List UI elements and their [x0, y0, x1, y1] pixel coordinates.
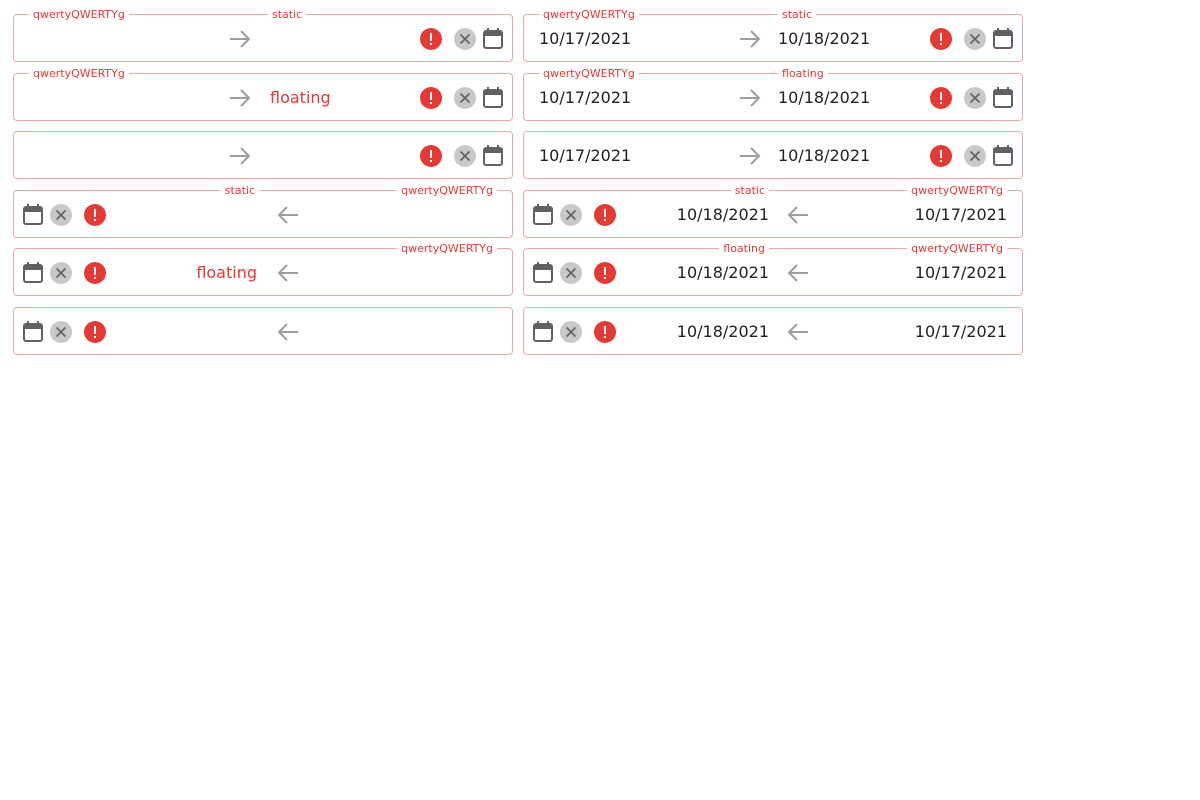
date-range-field[interactable]: [13, 307, 513, 355]
arrow-right-icon: [738, 86, 762, 110]
calendar-icon[interactable]: [481, 27, 505, 51]
clear-icon[interactable]: [963, 144, 987, 168]
clear-icon[interactable]: [963, 27, 987, 51]
start-date-input[interactable]: 10/17/2021: [539, 29, 631, 49]
start-date-input[interactable]: 10/17/2021: [915, 263, 1007, 283]
arrow-left-icon: [276, 261, 300, 285]
clear-icon[interactable]: [963, 86, 987, 110]
error-icon: [929, 27, 953, 51]
start-date-label: qwertyQWERTYg: [29, 66, 129, 81]
clear-icon[interactable]: [559, 203, 583, 227]
calendar-icon[interactable]: [991, 27, 1015, 51]
clear-icon[interactable]: [453, 144, 477, 168]
end-date-input[interactable]: 10/18/2021: [677, 322, 769, 342]
date-range-field[interactable]: 10/17/2021 10/18/2021: [523, 131, 1023, 180]
calendar-icon[interactable]: [21, 320, 45, 344]
error-icon: [419, 86, 443, 110]
arrow-left-icon: [786, 261, 810, 285]
arrow-right-icon: [738, 27, 762, 51]
arrow-left-icon: [276, 203, 300, 227]
start-date-label: qwertyQWERTYg: [907, 242, 1007, 257]
arrow-left-icon: [786, 203, 810, 227]
error-icon: [593, 203, 617, 227]
start-date-label: qwertyQWERTYg: [907, 183, 1007, 198]
end-date-label: static: [778, 8, 817, 22]
arrow-right-icon: [228, 86, 252, 110]
end-date-input[interactable]: 10/18/2021: [778, 146, 870, 166]
end-date-placeholder[interactable]: floating: [270, 88, 331, 108]
date-range-field[interactable]: qwertyQWERTYg static: [13, 183, 513, 238]
start-date-label: qwertyQWERTYg: [397, 242, 497, 257]
error-icon: [593, 320, 617, 344]
end-date-label: floating: [719, 242, 769, 257]
calendar-icon[interactable]: [531, 203, 555, 227]
calendar-icon[interactable]: [481, 86, 505, 110]
arrow-left-icon: [786, 320, 810, 344]
error-icon: [929, 144, 953, 168]
date-range-field[interactable]: [13, 131, 513, 180]
clear-icon[interactable]: [453, 86, 477, 110]
start-date-input[interactable]: 10/17/2021: [539, 146, 631, 166]
error-icon: [83, 261, 107, 285]
arrow-right-icon: [228, 144, 252, 168]
date-range-field[interactable]: qwertyQWERTYg static 10/17/2021 10/18/2021: [523, 183, 1023, 238]
error-icon: [929, 86, 953, 110]
end-date-input[interactable]: 10/18/2021: [677, 263, 769, 283]
date-range-field[interactable]: qwertyQWERTYg static: [13, 8, 513, 62]
error-icon: [593, 261, 617, 285]
date-range-field[interactable]: qwertyQWERTYg static 10/17/2021 10/18/2021: [523, 8, 1023, 62]
start-date-label: qwertyQWERTYg: [539, 66, 639, 81]
clear-icon[interactable]: [49, 203, 73, 227]
start-date-label: qwertyQWERTYg: [29, 8, 129, 22]
arrow-left-icon: [276, 320, 300, 344]
start-date-label: qwertyQWERTYg: [539, 8, 639, 22]
end-date-input[interactable]: 10/18/2021: [677, 205, 769, 225]
clear-icon[interactable]: [453, 27, 477, 51]
calendar-icon[interactable]: [531, 261, 555, 285]
end-date-label: static: [730, 183, 769, 198]
error-icon: [419, 144, 443, 168]
end-date-input[interactable]: 10/18/2021: [778, 88, 870, 108]
end-date-placeholder[interactable]: floating: [196, 263, 257, 283]
error-icon: [83, 320, 107, 344]
calendar-icon[interactable]: [481, 144, 505, 168]
clear-icon[interactable]: [49, 320, 73, 344]
calendar-icon[interactable]: [21, 203, 45, 227]
date-range-field[interactable]: qwertyQWERTYg floating 10/17/2021 10/18/202…: [523, 66, 1023, 121]
error-icon: [419, 27, 443, 51]
date-range-field[interactable]: qwertyQWERTYg floating 10/17/2021 10/18/202…: [523, 242, 1023, 297]
clear-icon[interactable]: [559, 320, 583, 344]
date-range-field[interactable]: qwertyQWERTYg floating: [13, 242, 513, 297]
calendar-icon[interactable]: [991, 86, 1015, 110]
end-date-label: static: [268, 8, 307, 22]
clear-icon[interactable]: [559, 261, 583, 285]
arrow-right-icon: [228, 27, 252, 51]
clear-icon[interactable]: [49, 261, 73, 285]
calendar-icon[interactable]: [21, 261, 45, 285]
start-date-input[interactable]: 10/17/2021: [915, 322, 1007, 342]
date-range-field[interactable]: qwertyQWERTYg floating: [13, 66, 513, 121]
start-date-input[interactable]: 10/17/2021: [915, 205, 1007, 225]
calendar-icon[interactable]: [531, 320, 555, 344]
start-date-input[interactable]: 10/17/2021: [539, 88, 631, 108]
error-icon: [83, 203, 107, 227]
date-range-field[interactable]: 10/17/2021 10/18/2021: [523, 307, 1023, 355]
end-date-label: static: [220, 183, 259, 198]
start-date-label: qwertyQWERTYg: [397, 183, 497, 198]
calendar-icon[interactable]: [991, 144, 1015, 168]
arrow-right-icon: [738, 144, 762, 168]
end-date-input[interactable]: 10/18/2021: [778, 29, 870, 49]
end-date-label: floating: [778, 66, 828, 81]
